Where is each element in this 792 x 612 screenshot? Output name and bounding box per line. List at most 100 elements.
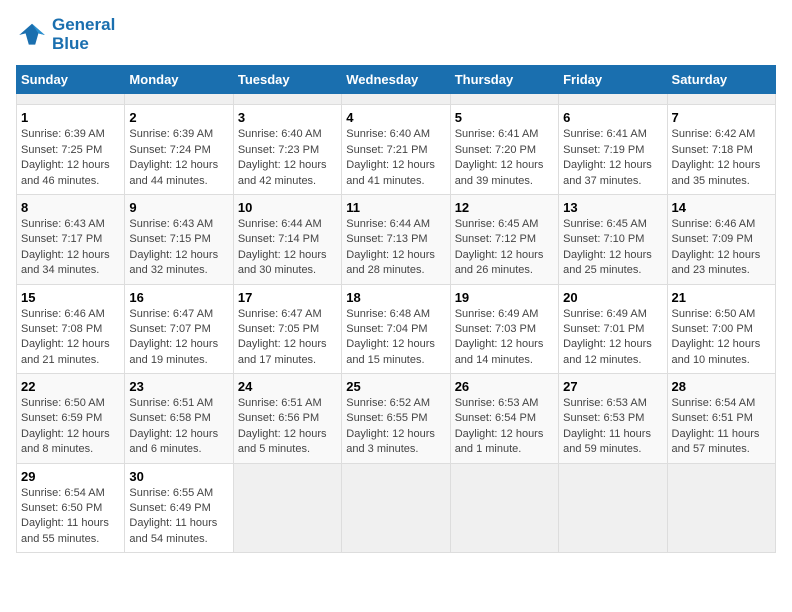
calendar-cell: 9Sunrise: 6:43 AM Sunset: 7:15 PM Daylig… <box>125 194 233 284</box>
day-number: 23 <box>129 379 228 394</box>
weekday-header-friday: Friday <box>559 66 667 94</box>
day-number: 30 <box>129 469 228 484</box>
calendar-cell <box>342 94 450 105</box>
calendar-cell: 15 Sunrise: 6:46 AM Sunset: 7:08 PM Dayli… <box>17 284 125 374</box>
calendar-cell: 22 Sunrise: 6:50 AM Sunset: 6:59 PM Dayli… <box>17 374 125 464</box>
calendar-cell: 8 Sunrise: 6:43 AM Sunset: 7:17 PM Daylig… <box>17 194 125 284</box>
day-number: 21 <box>672 290 771 305</box>
calendar-cell: 30 Sunrise: 6:55 AM Sunset: 6:49 PM Dayli… <box>125 463 233 553</box>
day-number: 14 <box>672 200 771 215</box>
calendar-table: SundayMondayTuesdayWednesdayThursdayFrid… <box>16 65 776 553</box>
calendar-cell: 20Sunrise: 6:49 AM Sunset: 7:01 PM Dayli… <box>559 284 667 374</box>
calendar-cell <box>667 463 775 553</box>
calendar-cell <box>342 463 450 553</box>
day-info: Sunrise: 6:48 AM Sunset: 7:04 PM Dayligh… <box>346 307 445 369</box>
day-number: 12 <box>455 200 554 215</box>
calendar-cell: 25 Sunrise: 6:52 AM Sunset: 6:55 PM Dayli… <box>342 374 450 464</box>
calendar-cell: 18Sunrise: 6:48 AM Sunset: 7:04 PM Dayli… <box>342 284 450 374</box>
day-number: 19 <box>455 290 554 305</box>
weekday-header-tuesday: Tuesday <box>233 66 341 94</box>
calendar-cell: 1Sunrise: 6:39 AM Sunset: 7:25 PM Daylig… <box>17 105 125 195</box>
calendar-cell: 26 Sunrise: 6:53 AM Sunset: 6:54 PM Dayli… <box>450 374 558 464</box>
weekday-header-sunday: Sunday <box>17 66 125 94</box>
calendar-cell <box>125 94 233 105</box>
calendar-cell <box>450 94 558 105</box>
calendar-cell: 24 Sunrise: 6:51 AM Sunset: 6:56 PM Dayli… <box>233 374 341 464</box>
calendar-cell <box>450 463 558 553</box>
calendar-cell: 27 Sunrise: 6:53 AM Sunset: 6:53 PM Dayli… <box>559 374 667 464</box>
calendar-cell: 5 Sunrise: 6:41 AM Sunset: 7:20 PM Daylig… <box>450 105 558 195</box>
day-info: Sunrise: 6:51 AM Sunset: 6:56 PM Dayligh… <box>238 396 337 458</box>
calendar-cell: 4Sunrise: 6:40 AM Sunset: 7:21 PM Daylig… <box>342 105 450 195</box>
day-info: Sunrise: 6:53 AM Sunset: 6:54 PM Dayligh… <box>455 396 554 458</box>
weekday-header-thursday: Thursday <box>450 66 558 94</box>
day-info: Sunrise: 6:52 AM Sunset: 6:55 PM Dayligh… <box>346 396 445 458</box>
calendar-cell: 10Sunrise: 6:44 AM Sunset: 7:14 PM Dayli… <box>233 194 341 284</box>
day-number: 24 <box>238 379 337 394</box>
calendar-cell: 28 Sunrise: 6:54 AM Sunset: 6:51 PM Dayli… <box>667 374 775 464</box>
weekday-header-saturday: Saturday <box>667 66 775 94</box>
day-info: Sunrise: 6:45 AM Sunset: 7:12 PM Dayligh… <box>455 217 554 279</box>
weekday-header-wednesday: Wednesday <box>342 66 450 94</box>
day-number: 16 <box>129 290 228 305</box>
day-number: 6 <box>563 110 662 125</box>
calendar-cell <box>233 94 341 105</box>
day-info: Sunrise: 6:43 AM Sunset: 7:15 PM Dayligh… <box>129 217 228 279</box>
calendar-week-3: 8 Sunrise: 6:43 AM Sunset: 7:17 PM Daylig… <box>17 194 776 284</box>
day-number: 11 <box>346 200 445 215</box>
calendar-cell: 12 Sunrise: 6:45 AM Sunset: 7:12 PM Dayli… <box>450 194 558 284</box>
calendar-cell: 19 Sunrise: 6:49 AM Sunset: 7:03 PM Dayli… <box>450 284 558 374</box>
calendar-cell: 6Sunrise: 6:41 AM Sunset: 7:19 PM Daylig… <box>559 105 667 195</box>
day-number: 27 <box>563 379 662 394</box>
calendar-header: SundayMondayTuesdayWednesdayThursdayFrid… <box>17 66 776 94</box>
day-number: 20 <box>563 290 662 305</box>
page-header: General Blue <box>16 16 776 53</box>
calendar-cell: 7Sunrise: 6:42 AM Sunset: 7:18 PM Daylig… <box>667 105 775 195</box>
calendar-cell: 23 Sunrise: 6:51 AM Sunset: 6:58 PM Dayli… <box>125 374 233 464</box>
day-number: 29 <box>21 469 120 484</box>
calendar-week-4: 15 Sunrise: 6:46 AM Sunset: 7:08 PM Dayli… <box>17 284 776 374</box>
day-number: 10 <box>238 200 337 215</box>
day-info: Sunrise: 6:55 AM Sunset: 6:49 PM Dayligh… <box>129 486 228 548</box>
day-info: Sunrise: 6:39 AM Sunset: 7:24 PM Dayligh… <box>129 127 228 189</box>
day-number: 15 <box>21 290 120 305</box>
day-number: 25 <box>346 379 445 394</box>
day-number: 26 <box>455 379 554 394</box>
calendar-cell: 3 Sunrise: 6:40 AM Sunset: 7:23 PM Daylig… <box>233 105 341 195</box>
calendar-cell: 13Sunrise: 6:45 AM Sunset: 7:10 PM Dayli… <box>559 194 667 284</box>
day-info: Sunrise: 6:47 AM Sunset: 7:05 PM Dayligh… <box>238 307 337 369</box>
day-info: Sunrise: 6:53 AM Sunset: 6:53 PM Dayligh… <box>563 396 662 458</box>
calendar-cell: 21 Sunrise: 6:50 AM Sunset: 7:00 PM Dayli… <box>667 284 775 374</box>
day-info: Sunrise: 6:46 AM Sunset: 7:08 PM Dayligh… <box>21 307 120 369</box>
day-number: 8 <box>21 200 120 215</box>
day-number: 3 <box>238 110 337 125</box>
day-info: Sunrise: 6:41 AM Sunset: 7:20 PM Dayligh… <box>455 127 554 189</box>
day-number: 22 <box>21 379 120 394</box>
calendar-cell: 29Sunrise: 6:54 AM Sunset: 6:50 PM Dayli… <box>17 463 125 553</box>
day-info: Sunrise: 6:54 AM Sunset: 6:51 PM Dayligh… <box>672 396 771 458</box>
calendar-cell <box>559 94 667 105</box>
day-number: 13 <box>563 200 662 215</box>
calendar-cell: 17 Sunrise: 6:47 AM Sunset: 7:05 PM Dayli… <box>233 284 341 374</box>
day-number: 1 <box>21 110 120 125</box>
calendar-week-6: 29Sunrise: 6:54 AM Sunset: 6:50 PM Dayli… <box>17 463 776 553</box>
day-info: Sunrise: 6:50 AM Sunset: 6:59 PM Dayligh… <box>21 396 120 458</box>
day-info: Sunrise: 6:43 AM Sunset: 7:17 PM Dayligh… <box>21 217 120 279</box>
day-info: Sunrise: 6:46 AM Sunset: 7:09 PM Dayligh… <box>672 217 771 279</box>
day-info: Sunrise: 6:51 AM Sunset: 6:58 PM Dayligh… <box>129 396 228 458</box>
day-info: Sunrise: 6:42 AM Sunset: 7:18 PM Dayligh… <box>672 127 771 189</box>
day-number: 28 <box>672 379 771 394</box>
day-info: Sunrise: 6:44 AM Sunset: 7:13 PM Dayligh… <box>346 217 445 279</box>
day-info: Sunrise: 6:50 AM Sunset: 7:00 PM Dayligh… <box>672 307 771 369</box>
weekday-header-monday: Monday <box>125 66 233 94</box>
day-info: Sunrise: 6:40 AM Sunset: 7:23 PM Dayligh… <box>238 127 337 189</box>
day-number: 5 <box>455 110 554 125</box>
day-number: 17 <box>238 290 337 305</box>
calendar-cell: 2Sunrise: 6:39 AM Sunset: 7:24 PM Daylig… <box>125 105 233 195</box>
day-info: Sunrise: 6:49 AM Sunset: 7:03 PM Dayligh… <box>455 307 554 369</box>
calendar-week-5: 22 Sunrise: 6:50 AM Sunset: 6:59 PM Dayli… <box>17 374 776 464</box>
logo: General Blue <box>16 16 115 53</box>
logo-text: General Blue <box>52 16 115 53</box>
logo-icon <box>16 19 48 51</box>
day-info: Sunrise: 6:47 AM Sunset: 7:07 PM Dayligh… <box>129 307 228 369</box>
